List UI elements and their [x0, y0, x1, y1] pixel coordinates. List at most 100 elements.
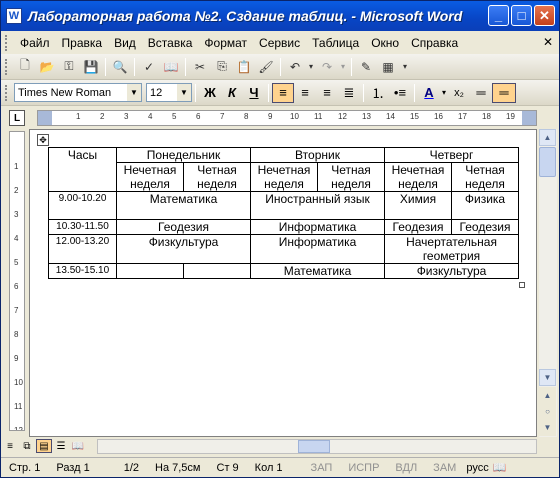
font-name-select[interactable]: Times New Roman ▼ — [14, 83, 142, 102]
vertical-ruler[interactable]: 1 2 3 4 5 6 7 8 9 10 11 12 — [9, 131, 25, 431]
justify-icon[interactable]: ≣ — [338, 83, 360, 103]
web-view-icon[interactable]: ⧉ — [19, 439, 35, 453]
document-area[interactable]: ✥ Часы Понедельник Вторник Четверг Нечет… — [29, 129, 537, 437]
table-cell-day-header[interactable]: Вторник — [250, 147, 385, 163]
table-cell[interactable] — [183, 263, 251, 279]
italic-button[interactable]: К — [221, 83, 243, 103]
table-cell-time[interactable]: 12.00-13.20 — [48, 234, 117, 264]
status-record[interactable]: ЗАП — [291, 462, 341, 474]
font-color-icon[interactable]: A — [418, 83, 440, 103]
table-cell[interactable]: Математика — [250, 263, 385, 279]
redo-dropdown-icon[interactable]: ▾ — [339, 57, 347, 77]
paste-icon[interactable]: 📋 — [234, 57, 254, 77]
table-cell-week-header[interactable]: Четная неделя — [183, 162, 251, 192]
menu-file[interactable]: Файл — [14, 36, 56, 50]
chevron-down-icon[interactable]: ▼ — [127, 84, 141, 101]
undo-icon[interactable]: ↶ — [285, 57, 305, 77]
browse-object-icon[interactable]: ○ — [539, 403, 556, 420]
table-cell[interactable] — [116, 263, 184, 279]
toolbar-grip[interactable] — [5, 84, 8, 101]
table-cell-week-header[interactable]: Четная неделя — [317, 162, 385, 192]
table-cell-time[interactable]: 10.30-11.50 — [48, 219, 117, 235]
reading-view-icon[interactable]: 📖 — [70, 439, 86, 453]
previous-page-icon[interactable]: ▲ — [539, 387, 556, 404]
horizontal-ruler[interactable]: 1 2 3 4 5 6 7 8 9 10 11 12 13 14 15 16 1… — [37, 110, 537, 126]
table-cell[interactable]: Начертательная геометрия — [384, 234, 519, 264]
cut-icon[interactable]: ✂ — [190, 57, 210, 77]
table-cell[interactable]: Геодезия — [384, 219, 452, 235]
word-app-icon[interactable]: W — [6, 8, 22, 24]
table-cell-week-header[interactable]: Нечетная неделя — [116, 162, 184, 192]
menu-tools[interactable]: Сервис — [253, 36, 306, 50]
table-cell-time[interactable]: 9.00-10.20 — [48, 191, 117, 220]
print-preview-icon[interactable]: 🔍 — [110, 57, 130, 77]
menu-edit[interactable]: Правка — [56, 36, 109, 50]
undo-dropdown-icon[interactable]: ▾ — [307, 57, 315, 77]
bullets-icon[interactable]: •≡ — [389, 83, 411, 103]
status-extend[interactable]: ВДЛ — [387, 462, 425, 474]
outline-view-icon[interactable]: ☰ — [53, 439, 69, 453]
next-page-icon[interactable]: ▼ — [539, 419, 556, 436]
table-cell[interactable]: Физкультура — [116, 234, 251, 264]
toolbar-options-icon[interactable]: ▾ — [400, 57, 410, 77]
table-cell-day-header[interactable]: Понедельник — [116, 147, 251, 163]
align-center-icon[interactable]: ≡ — [294, 83, 316, 103]
status-track-changes[interactable]: ИСПР — [340, 462, 387, 474]
horizontal-scrollbar[interactable] — [97, 439, 537, 454]
schedule-table[interactable]: Часы Понедельник Вторник Четверг Нечетна… — [48, 147, 519, 279]
align-right-icon[interactable]: ≡ — [316, 83, 338, 103]
scroll-up-icon[interactable]: ▲ — [539, 129, 556, 146]
table-cell-hours-header[interactable]: Часы — [48, 147, 117, 192]
table-resize-handle[interactable] — [519, 282, 525, 288]
table-cell-week-header[interactable]: Нечетная неделя — [250, 162, 318, 192]
table-cell-week-header[interactable]: Нечетная неделя — [384, 162, 452, 192]
table-cell-week-header[interactable]: Четная неделя — [451, 162, 519, 192]
new-document-icon[interactable]: 🗋 — [15, 57, 35, 77]
excel-table-icon[interactable]: ▦ — [378, 57, 398, 77]
numbering-icon[interactable]: ⒈ — [367, 83, 389, 103]
close-button[interactable]: ✕ — [534, 5, 555, 26]
line-icon[interactable]: ═ — [470, 83, 492, 103]
align-left-icon[interactable]: ≡ — [272, 82, 294, 103]
vertical-scrollbar[interactable]: ▲ ▼ ▲ ○ ▼ — [539, 129, 557, 437]
menu-help[interactable]: Справка — [405, 36, 464, 50]
menu-table[interactable]: Таблица — [306, 36, 365, 50]
scroll-thumb[interactable] — [539, 147, 556, 177]
maximize-button[interactable]: □ — [511, 5, 532, 26]
status-language[interactable]: русс — [464, 462, 490, 474]
table-cell[interactable]: Математика — [116, 191, 251, 220]
save-icon[interactable]: 💾 — [81, 57, 101, 77]
print-layout-view-icon[interactable]: ▤ — [36, 439, 52, 453]
table-cell[interactable]: Химия — [384, 191, 452, 220]
status-overtype[interactable]: ЗАМ — [425, 462, 464, 474]
insert-hyperlink-icon[interactable]: ✎ — [356, 57, 376, 77]
menu-view[interactable]: Вид — [108, 36, 142, 50]
horizontal-scroll-thumb[interactable] — [298, 440, 330, 453]
minimize-button[interactable]: _ — [488, 5, 509, 26]
menu-insert[interactable]: Вставка — [142, 36, 199, 50]
table-cell[interactable]: Информатика — [250, 234, 385, 264]
permission-icon[interactable]: ⚿ — [59, 57, 79, 77]
open-icon[interactable]: 📂 — [37, 57, 57, 77]
table-cell[interactable]: Информатика — [250, 219, 385, 235]
menu-window[interactable]: Окно — [365, 36, 405, 50]
spelling-status-icon[interactable]: 📖 — [491, 461, 509, 474]
research-icon[interactable]: 📖 — [161, 57, 181, 77]
chevron-down-icon[interactable]: ▼ — [177, 84, 191, 101]
menu-format[interactable]: Формат — [198, 36, 253, 50]
table-cell[interactable]: Геодезия — [451, 219, 519, 235]
table-cell[interactable]: Физика — [451, 191, 519, 220]
table-cell[interactable]: Физкультура — [384, 263, 519, 279]
underline-button[interactable]: Ч — [243, 83, 265, 103]
font-color-dropdown-icon[interactable]: ▾ — [440, 83, 448, 103]
font-size-select[interactable]: 12 ▼ — [146, 83, 192, 102]
table-move-handle-icon[interactable]: ✥ — [37, 134, 49, 146]
table-cell[interactable]: Геодезия — [116, 219, 251, 235]
format-painter-icon[interactable]: 🖌 — [256, 57, 276, 77]
normal-view-icon[interactable]: ≡ — [2, 439, 18, 453]
redo-icon[interactable]: ↷ — [317, 57, 337, 77]
toolbar-grip[interactable] — [5, 58, 8, 75]
table-cell[interactable]: Иностранный язык — [250, 191, 385, 220]
spelling-icon[interactable]: ✓ — [139, 57, 159, 77]
toolbar-grip[interactable] — [5, 35, 8, 51]
